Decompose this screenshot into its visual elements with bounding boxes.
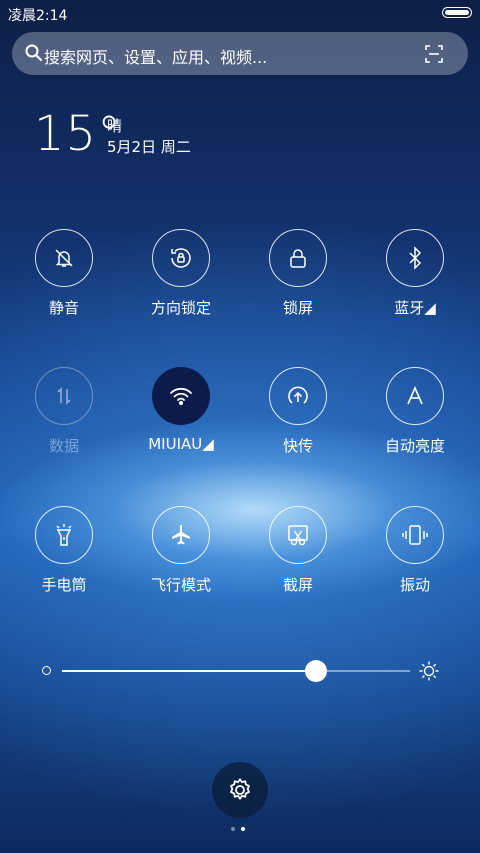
bell-off-icon — [55, 249, 73, 267]
auto-brightness-icon — [407, 386, 423, 405]
rotation-lock-icon — [171, 248, 191, 268]
weather-date: 5月2日 周二 — [107, 138, 191, 156]
toggle-bluetooth[interactable]: 蓝牙◢ — [357, 229, 473, 329]
page-dot — [231, 827, 235, 831]
toggle-auto-brightness[interactable]: 自动亮度 — [357, 367, 473, 467]
toggle-wifi[interactable]: MIUIAU◢ — [123, 367, 239, 467]
status-bar: 凌晨2:14 — [0, 0, 480, 28]
gear-icon — [229, 778, 251, 800]
settings-button[interactable] — [212, 762, 268, 818]
toggle-airplane-mode[interactable]: 飞行模式 — [123, 506, 239, 606]
toggle-label: 快传 — [282, 437, 313, 455]
toggle-label: 锁屏 — [282, 299, 313, 317]
toggle-label: 数据 — [48, 437, 79, 455]
toggle-vibrate[interactable]: 振动 — [357, 506, 473, 606]
scan-icon[interactable] — [424, 44, 444, 64]
toggle-label: MIUIAU◢ — [148, 435, 214, 453]
toggle-label: 自动亮度 — [384, 437, 445, 455]
brightness-thumb[interactable] — [305, 660, 328, 682]
toggle-mobile-data[interactable]: 数据 — [6, 367, 122, 467]
wifi-icon — [170, 387, 192, 406]
bluetooth-icon — [409, 246, 422, 270]
toggle-mute[interactable]: 静音 — [6, 229, 122, 329]
weather-condition: 晴 — [107, 117, 123, 135]
toggle-lock-screen[interactable]: 锁屏 — [240, 229, 356, 329]
toggle-label: 飞行模式 — [150, 576, 211, 594]
toggle-flashlight[interactable]: 手电筒 — [6, 506, 122, 606]
toggle-label: 蓝牙◢ — [394, 299, 436, 317]
search-bar[interactable]: 搜索网页、设置、应用、视频... — [12, 32, 468, 75]
brightness-high-icon — [419, 661, 439, 681]
toggle-label: 截屏 — [282, 576, 313, 594]
page-dot-active — [241, 827, 245, 831]
toggle-rotation-lock[interactable]: 方向锁定 — [123, 229, 239, 329]
brightness-track[interactable] — [62, 660, 410, 682]
quick-transfer-icon — [288, 386, 308, 404]
search-icon — [25, 44, 43, 62]
search-input[interactable]: 搜索网页、设置、应用、视频... — [44, 44, 267, 68]
airplane-icon — [172, 525, 190, 545]
brightness-low-icon — [42, 666, 51, 675]
toggle-label: 静音 — [48, 299, 79, 317]
brightness-slider[interactable] — [40, 656, 440, 686]
toggle-screenshot[interactable]: 截屏 — [240, 506, 356, 606]
status-time: 凌晨2:14 — [8, 8, 68, 24]
vibrate-icon — [402, 525, 428, 545]
lock-icon — [290, 249, 306, 268]
brightness-fill — [62, 670, 317, 672]
toggle-label: 方向锁定 — [150, 299, 211, 317]
screenshot-icon — [288, 525, 308, 546]
page-indicator — [231, 827, 251, 833]
mobile-data-icon — [57, 387, 71, 405]
battery-icon — [442, 7, 472, 18]
toggle-label: 手电筒 — [41, 576, 87, 594]
toggle-quick-transfer[interactable]: 快传 — [240, 367, 356, 467]
toggle-label: 振动 — [399, 576, 430, 594]
flashlight-icon — [56, 524, 72, 546]
